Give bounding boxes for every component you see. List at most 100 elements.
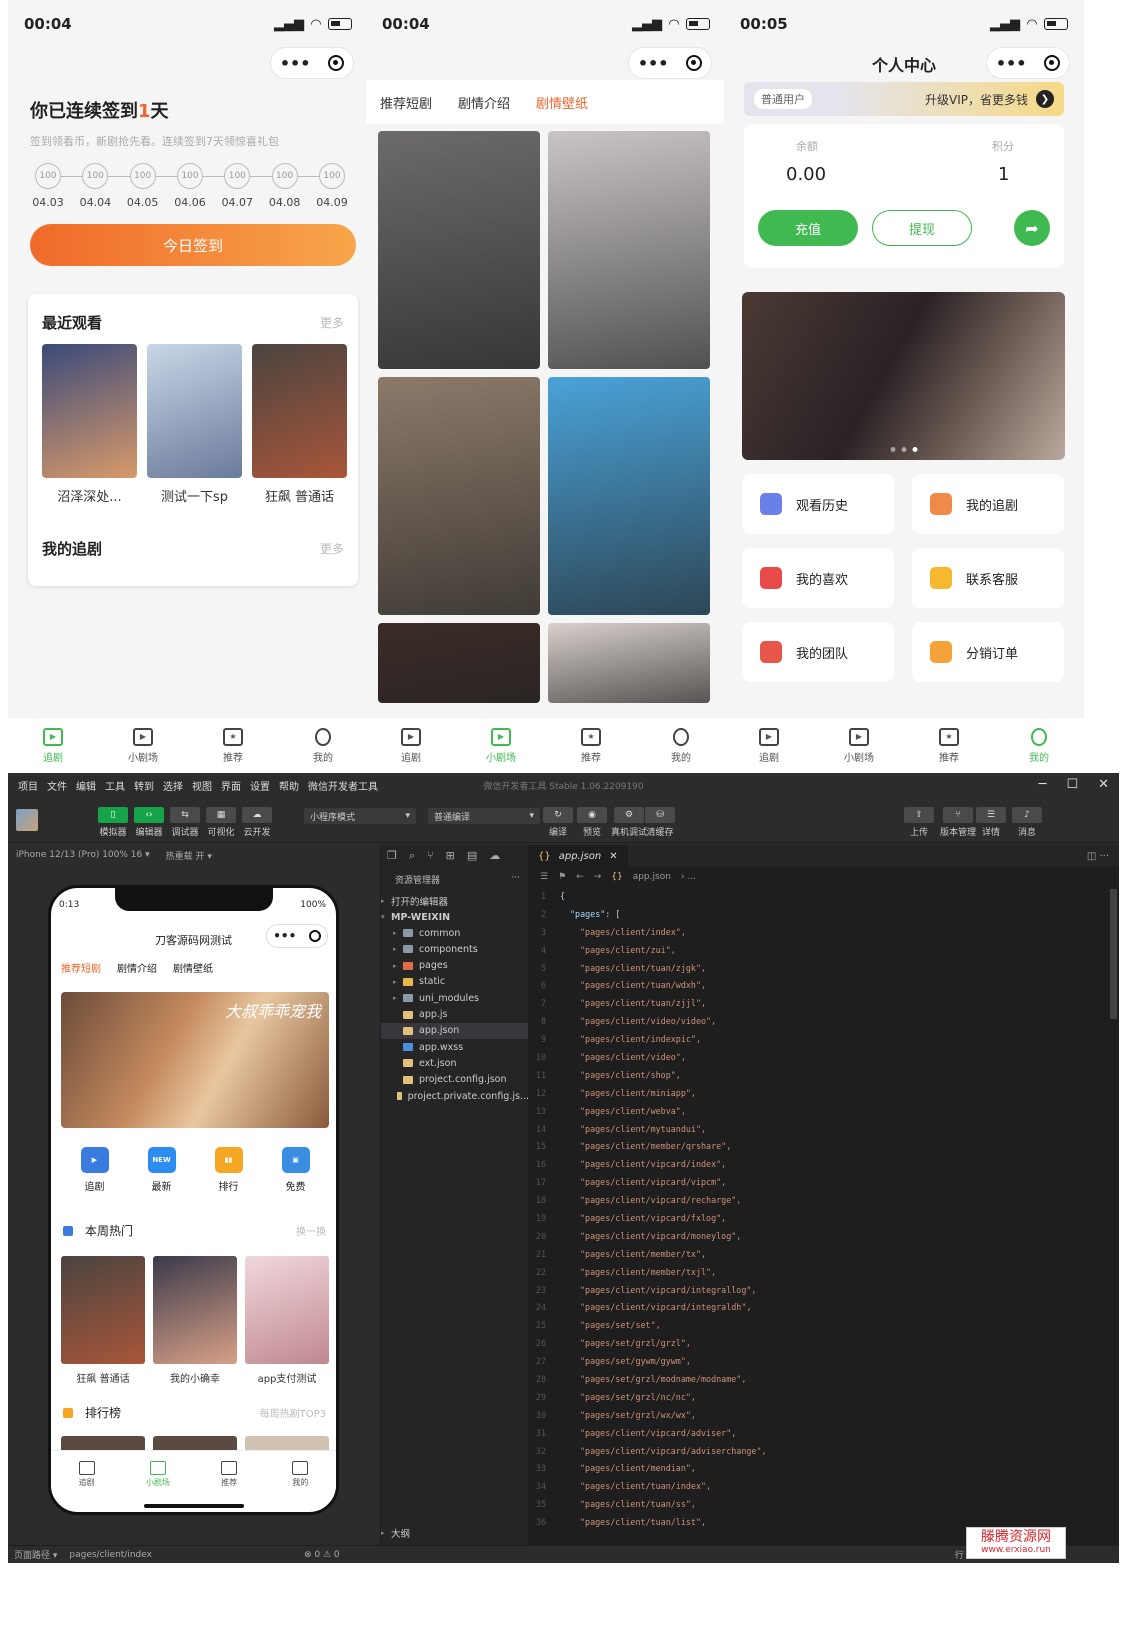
open-editors-section[interactable]: ▸ 打开的编辑器 bbox=[381, 893, 529, 909]
file-item[interactable]: app.json bbox=[381, 1022, 529, 1039]
tab-play[interactable]: ▶ 追剧 bbox=[366, 718, 456, 773]
recent-item[interactable]: 测试一下sp bbox=[147, 344, 242, 505]
recent-item[interactable]: 狂飙 普通话 bbox=[252, 344, 347, 505]
maximize-icon[interactable]: ☐ bbox=[1066, 777, 1078, 792]
close-icon[interactable]: ✕ bbox=[1098, 777, 1109, 792]
close-mini-program-icon[interactable] bbox=[686, 55, 703, 71]
tab-recommend[interactable]: ★ 推荐 bbox=[546, 718, 636, 773]
toolbar-button[interactable]: ◉ 预览 bbox=[577, 807, 607, 838]
chevron-right-icon[interactable]: ❯ bbox=[1036, 90, 1054, 108]
close-mini-program-icon[interactable] bbox=[1044, 55, 1061, 71]
toolbar-button[interactable]: ☁ 云开发 bbox=[242, 807, 272, 838]
mini-program-capsule[interactable]: ••• bbox=[986, 47, 1070, 79]
checkin-button[interactable]: 今日签到 bbox=[30, 224, 356, 266]
toolbar-button[interactable]: ↻ 编译 bbox=[543, 807, 573, 838]
file-item[interactable]: app.wxss bbox=[381, 1039, 529, 1055]
toolbar-button[interactable]: ⇆ 调试器 bbox=[170, 807, 200, 838]
menu-team[interactable]: 我的团队 bbox=[742, 622, 894, 682]
sim-hot-item[interactable]: 我的小确幸 bbox=[153, 1256, 237, 1385]
recent-more-link[interactable]: 更多 bbox=[320, 314, 344, 331]
sim-banner[interactable]: 大叔乖乖宠我 bbox=[61, 992, 329, 1128]
menu-heart[interactable]: 我的喜欢 bbox=[742, 548, 894, 608]
menu-history[interactable]: 观看历史 bbox=[742, 474, 894, 534]
tab-play[interactable]: ▶ 追剧 bbox=[724, 718, 814, 773]
folder-item[interactable]: ▸ common bbox=[381, 925, 529, 941]
sim-nav-item[interactable]: ▶ 追剧 bbox=[80, 1147, 109, 1193]
recharge-button[interactable]: 充值 bbox=[758, 210, 858, 246]
close-mini-program-icon[interactable] bbox=[328, 55, 345, 71]
sim-category-tab[interactable]: 剧情介绍 bbox=[117, 960, 157, 975]
mode-select[interactable]: 小程序模式 ▾ bbox=[304, 808, 416, 824]
mini-program-capsule[interactable]: ••• bbox=[628, 47, 712, 79]
list-icon[interactable]: ☰ bbox=[540, 872, 548, 882]
files-icon[interactable]: ❐ bbox=[387, 849, 397, 863]
code-lines[interactable]: 1{2 "pages": [3 "pages/client/index", 4 "pag… bbox=[528, 887, 1109, 1531]
folder-item[interactable]: ▸ static bbox=[381, 974, 529, 990]
avatar[interactable] bbox=[16, 809, 38, 831]
page-path-label[interactable]: 页面路径 ▾ bbox=[14, 1548, 57, 1561]
sim-hot-refresh[interactable]: 换一换 bbox=[296, 1223, 326, 1238]
tab-user[interactable]: 我的 bbox=[994, 718, 1084, 773]
share-icon[interactable]: ➦ bbox=[1014, 210, 1050, 246]
wallpaper-item[interactable] bbox=[378, 131, 540, 369]
toolbar-button[interactable]: ⇪ 上传 bbox=[904, 807, 934, 838]
git-icon[interactable]: ⑂ bbox=[427, 849, 434, 863]
explorer-more-icon[interactable]: ··· bbox=[511, 873, 520, 886]
scrollbar[interactable] bbox=[1110, 889, 1117, 1019]
file-item[interactable]: project.private.config.js... bbox=[381, 1088, 529, 1104]
file-item[interactable]: app.js bbox=[381, 1007, 529, 1023]
category-tab[interactable]: 剧情介绍 bbox=[458, 93, 510, 112]
wallpaper-item[interactable] bbox=[548, 131, 710, 369]
category-tab[interactable]: 推荐短剧 bbox=[380, 93, 432, 112]
split-editor-icon[interactable]: ◫ ··· bbox=[1087, 851, 1109, 862]
sim-category-tab[interactable]: 剧情壁纸 bbox=[173, 960, 213, 975]
tab-theater[interactable]: ▶ 小剧场 bbox=[456, 718, 546, 773]
close-mini-program-icon[interactable] bbox=[308, 930, 321, 942]
cloud-icon[interactable]: ☁ bbox=[489, 849, 500, 863]
mini-program-capsule[interactable]: ••• bbox=[270, 47, 354, 79]
toolbar-button[interactable]: ♪ 消息 bbox=[1012, 807, 1042, 838]
back-icon[interactable]: ← bbox=[576, 872, 584, 882]
minimize-icon[interactable]: ─ bbox=[1039, 777, 1047, 792]
terminal-icon[interactable]: ▤ bbox=[467, 849, 477, 863]
breadcrumb-file[interactable]: app.json bbox=[633, 872, 671, 882]
forward-icon[interactable]: → bbox=[594, 872, 602, 882]
menu-order[interactable]: 分销订单 bbox=[912, 622, 1064, 682]
toolbar-button[interactable]: ☰ 详情 bbox=[976, 807, 1006, 838]
more-icon[interactable]: ••• bbox=[273, 929, 296, 943]
sim-capsule[interactable]: ••• bbox=[266, 924, 328, 948]
tab-recommend[interactable]: ★ 推荐 bbox=[904, 718, 994, 773]
tab-user[interactable]: 我的 bbox=[278, 718, 368, 773]
tab-recommend[interactable]: ★ 推荐 bbox=[188, 718, 278, 773]
toolbar-button[interactable]: ⑂ 版本管理 bbox=[940, 807, 976, 838]
more-icon[interactable]: ••• bbox=[280, 54, 311, 73]
sim-tab[interactable]: 追剧 bbox=[51, 1451, 122, 1498]
toolbar-button[interactable]: ⛁ 清缓存 bbox=[645, 807, 675, 838]
toolbar-button[interactable]: ‹› 编辑器 bbox=[134, 807, 164, 838]
vip-banner[interactable]: 普通用户 升级VIP，省更多钱 ❯ bbox=[744, 82, 1064, 116]
more-icon[interactable]: ••• bbox=[996, 54, 1027, 73]
sim-nav-item[interactable]: ▣ 免费 bbox=[281, 1147, 310, 1193]
toolbar-button[interactable]: ▦ 可视化 bbox=[206, 807, 236, 838]
search-icon[interactable]: ⌕ bbox=[409, 849, 415, 863]
project-section[interactable]: ▾ MP-WEIXIN bbox=[381, 909, 529, 925]
sim-category-tab[interactable]: 推荐短剧 bbox=[61, 960, 101, 975]
folder-item[interactable]: ▸ components bbox=[381, 941, 529, 957]
wallpaper-item[interactable] bbox=[378, 623, 540, 703]
sim-hot-item[interactable]: 狂飙 普通话 bbox=[61, 1256, 145, 1385]
promo-banner[interactable] bbox=[742, 292, 1065, 460]
tab-theater[interactable]: ▶ 小剧场 bbox=[814, 718, 904, 773]
device-select[interactable]: iPhone 12/13 (Pro) 100% 16 ▾ bbox=[16, 850, 150, 860]
sim-nav-item[interactable]: ▮▮ 排行 bbox=[214, 1147, 243, 1193]
wallpaper-item[interactable] bbox=[378, 377, 540, 615]
category-tab[interactable]: 剧情壁纸 bbox=[536, 93, 588, 112]
menu-service[interactable]: 联系客服 bbox=[912, 548, 1064, 608]
toolbar-button[interactable]: ⚙ 真机调试 bbox=[611, 807, 647, 838]
withdraw-button[interactable]: 提现 bbox=[872, 210, 972, 246]
toolbar-button[interactable]: ▯ 模拟器 bbox=[98, 807, 128, 838]
compile-select[interactable]: 普通编译 ▾ bbox=[428, 808, 540, 824]
follow-more-link[interactable]: 更多 bbox=[320, 540, 344, 557]
sim-nav-item[interactable]: NEW 最新 bbox=[147, 1147, 176, 1193]
folder-item[interactable]: ▸ pages bbox=[381, 958, 529, 974]
sim-hot-item[interactable]: app支付测试 bbox=[245, 1256, 329, 1385]
